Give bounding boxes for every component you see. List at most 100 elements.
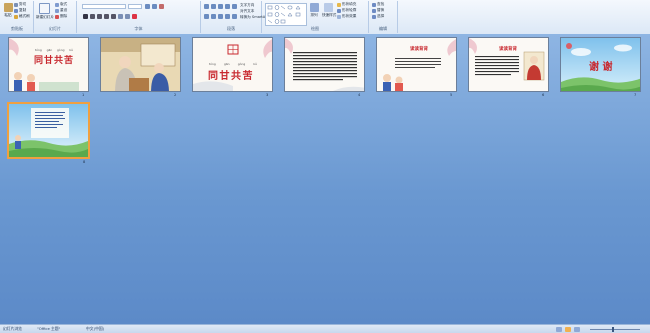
slide-thumbnail-4[interactable] [284, 37, 365, 92]
new-slide-icon [38, 3, 50, 14]
shrink-font-icon[interactable] [152, 4, 157, 9]
justify-icon[interactable] [225, 14, 230, 19]
font-size-select[interactable] [128, 4, 142, 9]
cut-button[interactable]: 剪切 [14, 2, 26, 7]
editing-group: 查找 替换 选择 编辑 [369, 1, 398, 33]
slide-thumbnail-7[interactable]: 谢 谢 [560, 37, 641, 92]
grow-font-icon[interactable] [145, 4, 150, 9]
paragraph-label: 段落 [227, 26, 235, 31]
slide-5-heading: 读读背背 [410, 47, 428, 52]
slide-number-2: 2 [174, 93, 177, 97]
ribbon: 粘贴 剪切 复制 格式刷 剪贴板 新建幻灯片 版式 重设 删除 幻灯片 字体 文… [0, 0, 650, 35]
shape-fill-button[interactable]: 形状填充 [337, 2, 356, 7]
shapes-gallery-icons [267, 5, 301, 24]
outline-icon [337, 8, 341, 13]
layout-icon [55, 2, 59, 7]
arrange-button[interactable]: 排列 [308, 3, 320, 25]
slide-thumbnail-6[interactable]: 读读背背 [468, 37, 549, 92]
change-case-icon[interactable] [125, 14, 130, 19]
brush-icon [14, 14, 18, 19]
slide-thumbnail-5[interactable]: 读读背背 [376, 37, 457, 92]
clear-format-icon[interactable] [159, 4, 164, 9]
editing-label: 编辑 [379, 26, 387, 31]
font-group: 字体 [77, 1, 201, 33]
slide-thumbnail-3[interactable]: tóng gān gòng kǔ 同甘共苦 [192, 37, 273, 92]
bold-icon[interactable] [83, 14, 88, 19]
delete-icon [55, 14, 59, 19]
zoom-slider[interactable] [590, 328, 640, 330]
copy-button[interactable]: 复制 [14, 8, 26, 13]
find-button[interactable]: 查找 [372, 2, 384, 7]
slide-4-illustration [285, 38, 364, 91]
strikethrough-icon[interactable] [104, 14, 109, 19]
shapes-gallery[interactable] [265, 3, 307, 26]
reset-button[interactable]: 重设 [55, 8, 67, 13]
align-center-icon[interactable] [211, 14, 216, 19]
slide-number-6: 6 [542, 93, 545, 97]
drawing-group: 排列 快速样式 形状填充 形状轮廓 形状效果 绘图 [262, 1, 369, 33]
bullets-icon[interactable] [204, 4, 209, 9]
align-text-button[interactable]: 对齐文本 [240, 9, 254, 14]
shadow-icon[interactable] [111, 14, 116, 19]
select-button[interactable]: 选择 [372, 14, 384, 19]
italic-icon[interactable] [90, 14, 95, 19]
fill-icon [337, 2, 341, 7]
font-label: 字体 [134, 26, 143, 31]
zoom-slider-thumb[interactable] [612, 326, 614, 332]
replace-icon [372, 8, 376, 13]
font-name-select[interactable] [82, 4, 126, 9]
decrease-indent-icon[interactable] [218, 4, 223, 9]
slide-number-8: 8 [83, 160, 86, 164]
arrange-icon [309, 3, 319, 12]
line-spacing-icon[interactable] [232, 4, 237, 9]
new-slide-button[interactable]: 新建幻灯片 [36, 3, 54, 25]
slide-thumbnail-2[interactable] [100, 37, 181, 92]
slides-label: 幻灯片 [49, 26, 61, 31]
slide-8-illustration [9, 104, 88, 157]
copy-icon [14, 8, 18, 13]
numbering-icon[interactable] [211, 4, 216, 9]
format-painter-button[interactable]: 格式刷 [14, 14, 30, 19]
slide-number-7: 7 [634, 93, 637, 97]
shape-effects-button[interactable]: 形状效果 [337, 14, 356, 19]
align-left-icon[interactable] [204, 14, 209, 19]
quick-styles-icon [323, 3, 333, 12]
effects-icon [337, 14, 341, 19]
underline-icon[interactable] [97, 14, 102, 19]
slide-6-heading: 读读背背 [499, 47, 517, 52]
layout-button[interactable]: 版式 [55, 2, 67, 7]
slide-sorter-view-icon[interactable] [565, 326, 571, 332]
slide-number-1: 1 [82, 93, 85, 97]
paste-button[interactable]: 粘贴 [2, 3, 14, 25]
reset-icon [55, 8, 59, 13]
slide-1-pinyin: tóng gān gòng kǔ [35, 48, 73, 52]
slide-3-pinyin: tóng gān gòng kǔ [209, 62, 257, 66]
clipboard-label: 剪贴板 [11, 26, 23, 31]
slides-group: 新建幻灯片 版式 重设 删除 幻灯片 [34, 1, 77, 33]
select-icon [372, 14, 376, 19]
normal-view-icon[interactable] [556, 326, 562, 332]
delete-slide-button[interactable]: 删除 [55, 14, 67, 19]
increase-indent-icon[interactable] [225, 4, 230, 9]
slideshow-view-icon[interactable] [574, 326, 580, 332]
slide-7-title: 谢 谢 [589, 62, 613, 73]
replace-button[interactable]: 替换 [372, 8, 384, 13]
slide-number-3: 3 [266, 93, 269, 97]
font-color-icon[interactable] [132, 14, 137, 19]
quick-styles-button[interactable]: 快速样式 [322, 3, 336, 25]
drawing-label: 绘图 [311, 26, 319, 31]
slide-number-4: 4 [358, 93, 361, 97]
slide-number-5: 5 [450, 93, 453, 97]
slide-3-title: 同甘共苦 [208, 71, 254, 82]
columns-icon[interactable] [232, 14, 237, 19]
slide-thumbnail-1[interactable]: tóng gān gòng kǔ 同甘共苦 [8, 37, 89, 92]
scissors-icon [14, 2, 18, 7]
shape-outline-button[interactable]: 形状轮廓 [337, 8, 356, 13]
clipboard-group: 粘贴 剪切 复制 格式刷 剪贴板 [1, 1, 34, 33]
slide-2-illustration [101, 38, 180, 91]
align-right-icon[interactable] [218, 14, 223, 19]
slide-thumbnail-8[interactable] [7, 102, 90, 159]
text-direction-button[interactable]: 文字方向 [240, 3, 254, 8]
char-spacing-icon[interactable] [118, 14, 123, 19]
find-icon [372, 2, 376, 7]
